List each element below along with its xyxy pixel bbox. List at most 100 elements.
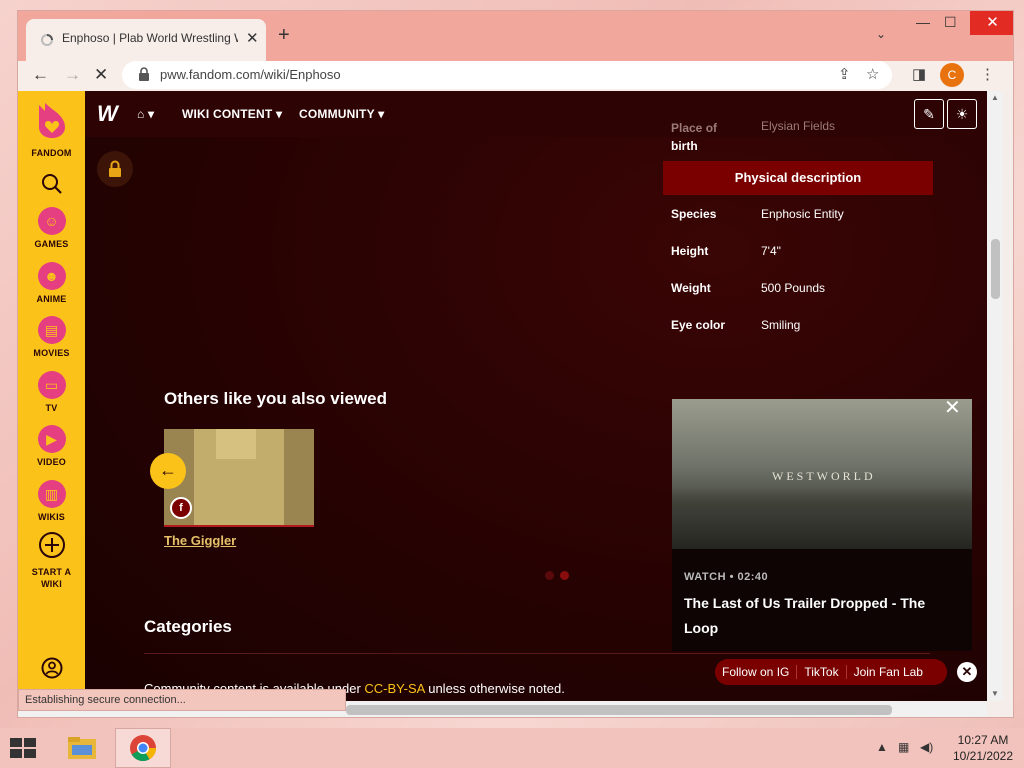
tab-enphoso[interactable]: Enphoso | Plab World Wrestling Wiki ✕ [26,19,266,61]
fandom-badge-icon: f [170,497,192,519]
rail-label-video: VIDEO [36,457,66,467]
discussions-icon: ✎ [923,105,935,122]
rail-user[interactable] [18,657,85,684]
recommendation-link[interactable]: The Giggler [164,533,236,548]
infobox-value: Elysian Fields [761,119,836,133]
rail-item-wikis[interactable]: ▥ WIKIS [18,480,85,522]
follow-ig-link[interactable]: Follow on IG [715,665,798,679]
vertical-scrollbar[interactable]: ▲ ▼ [987,91,1003,701]
scroll-up-arrow[interactable]: ▲ [991,93,999,102]
nav-wiki-content[interactable]: WIKI CONTENT ▾ [182,107,282,121]
wikis-book-icon: ▥ [37,480,66,508]
rail-search[interactable] [18,173,85,200]
carousel-prev-button[interactable]: ← [150,453,186,489]
scroll-thumb[interactable] [991,239,1000,299]
back-icon[interactable]: ← [32,65,49,85]
forward-icon[interactable]: → [64,65,81,85]
nav-community[interactable]: COMMUNITY ▾ [299,107,384,121]
stop-loading-icon[interactable]: ✕ [94,65,108,85]
explore-menu[interactable]: ⌂ ▾ [137,107,154,121]
share-icon[interactable]: ⇪ [838,65,851,83]
video-title[interactable]: The Last of Us Trailer Dropped - The Loo… [684,591,954,641]
rail-label-games: GAMES [34,239,69,249]
tab-close-icon[interactable]: ✕ [246,29,259,47]
recommendation-thumbnail[interactable]: f [164,429,314,527]
address-bar[interactable]: pww.fandom.com/wiki/Enphoso ⇪ ☆ [122,61,892,89]
folder-icon [68,737,96,759]
rail-item-video[interactable]: ▶ VIDEO [18,425,85,467]
fandom-logo[interactable]: FANDOM [18,99,85,158]
carousel-dot-active[interactable] [560,571,569,580]
profile-avatar[interactable]: C [940,63,964,87]
rail-label-movies: MOVIES [33,348,70,358]
recommendations-title: Others like you also viewed [164,389,387,408]
taskbar: ▲ ▦ ◀) 10:27 AM 10/21/2022 [0,728,1024,768]
chevron-down-icon: ▾ [275,107,283,121]
infobox-label: Place of birth [671,121,718,153]
discussions-button[interactable]: ✎ [914,99,944,129]
rail-label-tv: TV [45,403,58,413]
infobox: Place of birth Elysian Fields Physical d… [663,119,933,355]
browser-toolbar: ← → ✕ pww.fandom.com/wiki/Enphoso ⇪ ☆ ◨ … [18,61,1013,91]
minimize-button[interactable]: — [916,14,930,30]
rail-item-movies[interactable]: ▤ MOVIES [18,316,85,358]
windows-start-icon[interactable] [8,736,38,760]
explore-icon: ⌂ ▾ [137,107,155,121]
bookmark-star-icon[interactable]: ☆ [866,65,879,83]
join-fan-lab-link[interactable]: Join Fan Lab [847,665,930,679]
browser-window: Enphoso | Plab World Wrestling Wiki ✕ + … [17,10,1014,718]
video-close-icon[interactable]: ✕ [944,395,961,420]
theme-toggle-button[interactable]: ☀ [947,99,977,129]
rail-item-anime[interactable]: ☻ ANIME [18,262,85,304]
infobox-value: 7'4" [761,244,781,258]
scroll-down-arrow[interactable]: ▼ [991,689,999,698]
license-suffix: unless otherwise noted. [424,681,565,696]
close-window-button[interactable]: ✕ [970,11,1013,35]
tiktok-link[interactable]: TikTok [797,665,847,679]
tray-overflow-icon[interactable]: ▲ [876,740,888,754]
chrome-taskbar-button[interactable] [115,728,171,768]
volume-icon[interactable]: ◀) [920,740,933,754]
file-explorer-button[interactable] [58,728,106,768]
fandom-brand-label: FANDOM [31,148,72,158]
featured-video-player[interactable]: WESTWORLD ✕ WATCH • 02:40 The Last of Us… [672,397,972,651]
horizontal-scroll-thumb[interactable] [346,705,892,715]
side-panel-icon[interactable]: ◨ [912,65,926,83]
infobox-label: Species [671,207,717,221]
lock-icon [139,67,149,81]
infobox-label: Eye color [671,318,726,332]
wiki-logo[interactable]: W [97,101,118,127]
rail-item-tv[interactable]: ▭ TV [18,371,85,413]
infobox-value: Smiling [761,318,801,332]
games-icon: ☺ [37,207,66,235]
maximize-button[interactable]: ☐ [944,14,957,31]
plus-circle-icon [38,532,65,558]
taskbar-clock[interactable]: 10:27 AM 10/21/2022 [948,732,1018,764]
infobox-value: Enphosic Entity [761,207,844,221]
tab-title: Enphoso | Plab World Wrestling Wiki [62,31,238,45]
movies-icon: ▤ [37,316,66,344]
network-icon[interactable]: ▦ [898,740,909,754]
nav-wiki-content-label: WIKI CONTENT [182,107,273,121]
fandom-global-nav: FANDOM ☺ GAMES ☻ ANIME ▤ MOVIES ▭ TV ▶ V… [18,91,85,701]
anime-icon: ☻ [37,262,66,290]
carousel-dot[interactable] [545,571,554,580]
rail-item-games[interactable]: ☺ GAMES [18,207,85,249]
video-overlay-text: WESTWORLD [772,469,876,483]
video-thumbnail[interactable]: WESTWORLD [672,399,972,549]
tab-bar: Enphoso | Plab World Wrestling Wiki ✕ + … [18,11,1013,61]
rail-item-start-wiki[interactable]: START A WIKI [18,531,85,590]
menu-kebab-icon[interactable]: ⋮ [980,65,995,83]
clock-time: 10:27 AM [957,733,1009,747]
status-bar: Establishing secure connection... [18,689,346,711]
wiki-content: Place of birth Elysian Fields Physical d… [85,119,987,701]
video-meta: WATCH • 02:40 [684,571,769,583]
divider [144,653,930,654]
license-link[interactable]: CC-BY-SA [364,681,424,696]
tab-search-icon[interactable]: ⌄ [876,27,886,41]
search-icon [41,174,62,194]
new-tab-button[interactable]: + [278,25,290,45]
protection-lock-button[interactable] [97,151,133,187]
follow-bar-close-icon[interactable]: ✕ [957,662,977,682]
infobox-label: Weight [671,281,711,295]
